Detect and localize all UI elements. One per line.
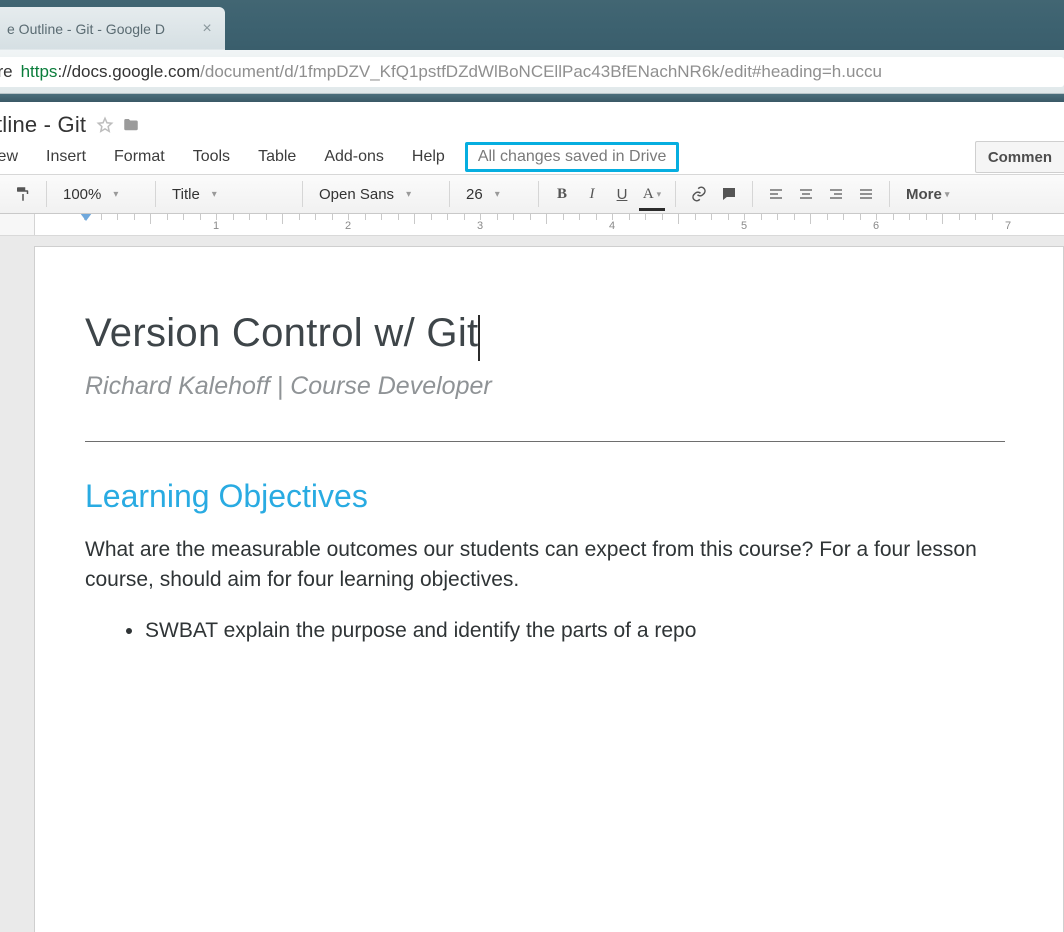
ruler-number: 2 xyxy=(345,220,351,232)
comments-button[interactable]: Commen xyxy=(975,141,1064,173)
document-title[interactable]: Version Control w/ Git xyxy=(85,311,478,356)
paragraph-style-value: Title xyxy=(172,186,200,203)
chevron-down-icon: ▾ xyxy=(945,189,950,200)
star-icon[interactable] xyxy=(92,113,118,137)
document-name[interactable]: tline - Git xyxy=(0,112,92,138)
toolbar: 100% ▾ Title ▾ Open Sans ▾ 26 ▾ xyxy=(0,174,1064,214)
more-label: More xyxy=(906,186,942,203)
menu-tools[interactable]: Tools xyxy=(179,148,244,166)
docs-header: tline - Git iew Insert Format Tools Tabl… xyxy=(0,102,1064,236)
menu-format[interactable]: Format xyxy=(100,148,179,166)
menu-help[interactable]: Help xyxy=(398,148,459,166)
tab-strip: e Outline - Git - Google D × xyxy=(0,0,1064,50)
document-subtitle[interactable]: Richard Kalehoff | Course Developer xyxy=(85,372,1063,401)
font-family-select[interactable]: Open Sans ▾ xyxy=(311,180,441,208)
ruler-number: 5 xyxy=(741,220,747,232)
horizontal-rule xyxy=(85,441,1005,442)
chevron-down-icon: ▾ xyxy=(406,189,411,200)
list-item[interactable]: SWBAT explain the purpose and identify t… xyxy=(145,616,1063,646)
address-bar: ure https://docs.google.com/document/d/1… xyxy=(0,50,1064,94)
ruler-number: 3 xyxy=(477,220,483,232)
save-status: All changes saved in Drive xyxy=(465,142,680,172)
document-title-text: Version Control w/ Git xyxy=(85,311,478,355)
document-bullet-list[interactable]: SWBAT explain the purpose and identify t… xyxy=(85,616,1063,646)
bold-button[interactable]: B xyxy=(547,180,577,208)
align-center-icon[interactable] xyxy=(791,180,821,208)
underline-button[interactable]: U xyxy=(607,180,637,208)
menu-addons[interactable]: Add-ons xyxy=(310,148,398,166)
url-prefix-fragment: ure xyxy=(0,62,13,82)
comments-button-label: Commen xyxy=(988,149,1052,166)
menu-bar: iew Insert Format Tools Table Add-ons He… xyxy=(0,140,1064,174)
folder-icon[interactable] xyxy=(118,113,144,137)
ruler-number: 6 xyxy=(873,220,879,232)
insert-link-icon[interactable] xyxy=(684,180,714,208)
text-cursor xyxy=(478,315,480,361)
browser-chrome: e Outline - Git - Google D × ure https:/… xyxy=(0,0,1064,102)
url-input[interactable]: ure https://docs.google.com/document/d/1… xyxy=(0,57,1064,87)
ruler-number: 1 xyxy=(213,220,219,232)
chrome-separator xyxy=(0,94,1064,102)
insert-comment-icon[interactable] xyxy=(714,180,744,208)
chevron-down-icon: ▾ xyxy=(657,189,662,200)
document-name-row: tline - Git xyxy=(0,102,1064,140)
menu-view[interactable]: iew xyxy=(0,148,32,166)
chevron-down-icon: ▾ xyxy=(495,189,500,200)
align-left-icon[interactable] xyxy=(761,180,791,208)
paragraph-style-select[interactable]: Title ▾ xyxy=(164,180,294,208)
chevron-down-icon: ▾ xyxy=(113,189,118,200)
indent-marker-icon[interactable] xyxy=(80,214,92,221)
font-size-value: 26 xyxy=(466,186,483,203)
menu-table[interactable]: Table xyxy=(244,148,310,166)
text-color-button[interactable]: A▾ xyxy=(637,180,667,208)
document-heading-2[interactable]: Learning Objectives xyxy=(85,478,1063,515)
close-icon[interactable]: × xyxy=(199,21,215,37)
document-paragraph[interactable]: What are the measurable outcomes our stu… xyxy=(85,535,1045,596)
url-scheme: https xyxy=(21,62,58,82)
ruler-number: 4 xyxy=(609,220,615,232)
browser-tab-title: e Outline - Git - Google D xyxy=(7,21,165,37)
paint-format-icon[interactable] xyxy=(8,180,38,208)
italic-button[interactable]: I xyxy=(577,180,607,208)
font-size-select[interactable]: 26 ▾ xyxy=(458,180,530,208)
align-right-icon[interactable] xyxy=(821,180,851,208)
url-host: ://docs.google.com xyxy=(57,62,200,82)
ruler[interactable]: 1 2 3 4 5 6 7 xyxy=(0,214,1064,236)
url-path: /document/d/1fmpDZV_KfQ1pstfDZdWlBoNCEll… xyxy=(200,62,882,82)
document-page[interactable]: Version Control w/ Git Richard Kalehoff … xyxy=(34,246,1064,932)
align-justify-icon[interactable] xyxy=(851,180,881,208)
browser-tab[interactable]: e Outline - Git - Google D × xyxy=(0,7,225,50)
chevron-down-icon: ▾ xyxy=(212,189,217,200)
ruler-number: 7 xyxy=(1005,220,1011,232)
more-toolbar-button[interactable]: More ▾ xyxy=(898,180,957,208)
menu-insert[interactable]: Insert xyxy=(32,148,100,166)
document-canvas: Version Control w/ Git Richard Kalehoff … xyxy=(0,236,1064,932)
font-family-value: Open Sans xyxy=(319,186,394,203)
zoom-value: 100% xyxy=(63,186,101,203)
zoom-select[interactable]: 100% ▾ xyxy=(55,180,147,208)
